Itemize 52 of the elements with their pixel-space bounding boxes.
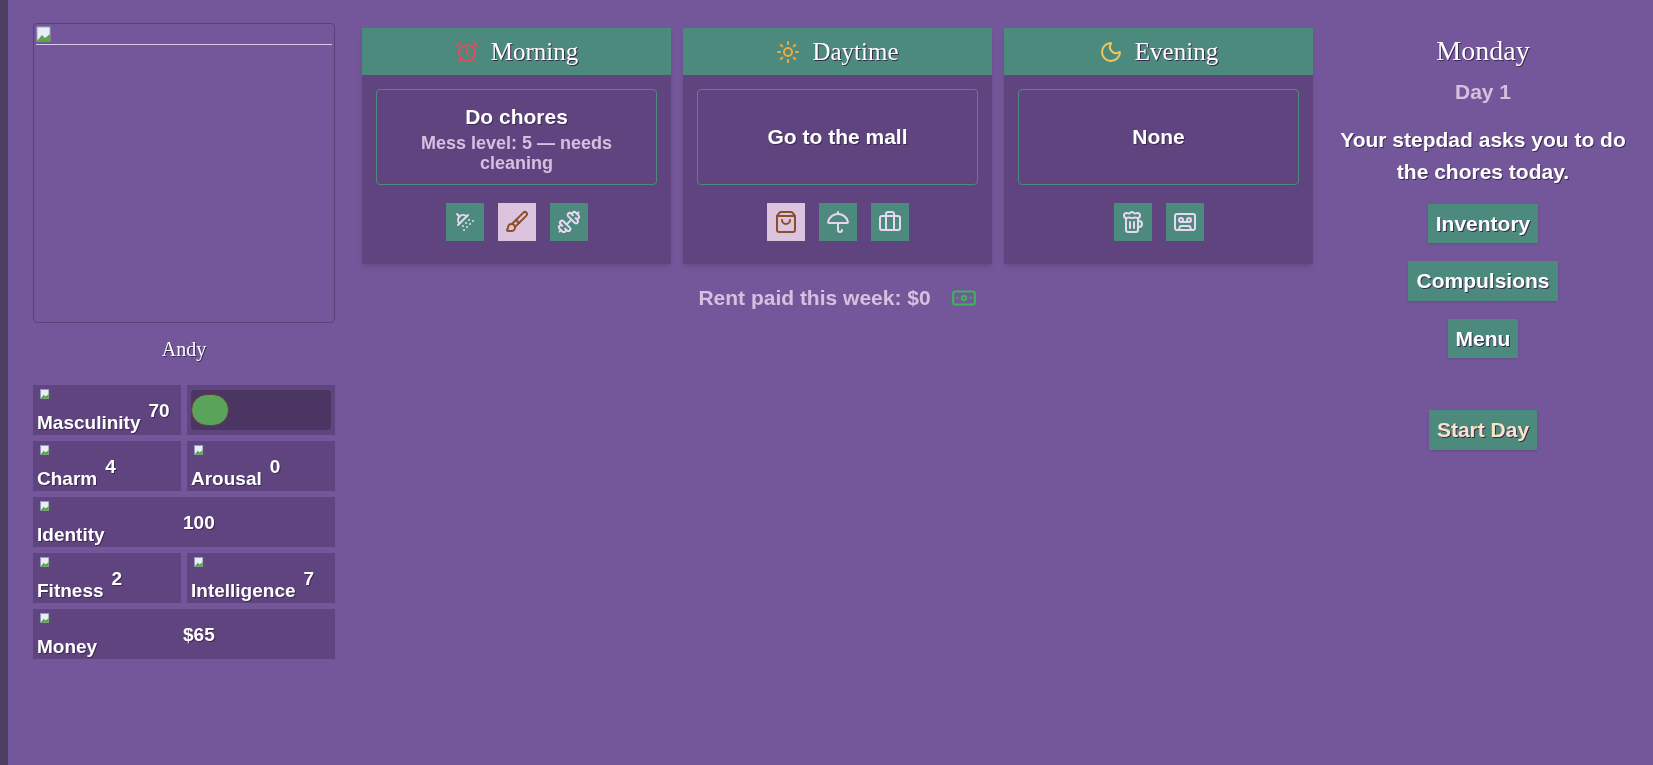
weekday-title: Monday xyxy=(1436,34,1530,68)
activity-title: Go to the mall xyxy=(767,124,908,151)
activity-box[interactable]: None xyxy=(1018,89,1299,185)
shopping-bag-icon xyxy=(773,210,798,234)
sun-icon xyxy=(776,39,801,64)
activity-option[interactable] xyxy=(818,203,857,241)
character-name: Andy xyxy=(160,337,208,363)
menu-button[interactable]: Inventory xyxy=(1427,203,1539,243)
stat-value: 100 xyxy=(183,511,215,535)
activity-option[interactable] xyxy=(445,203,484,241)
activity-option[interactable] xyxy=(497,203,536,241)
beer-mug-icon xyxy=(1120,210,1145,234)
briefcase-icon xyxy=(877,210,902,234)
stat-label: Charm xyxy=(37,467,98,491)
moon-icon xyxy=(1098,39,1123,64)
slot-title: Evening xyxy=(1134,36,1219,67)
activity-option[interactable] xyxy=(870,203,909,241)
activity-option[interactable] xyxy=(1165,203,1204,241)
activity-box[interactable]: Go to the mall xyxy=(697,89,978,185)
stat-label: Masculinity xyxy=(37,411,141,435)
stat-label: Money xyxy=(37,635,99,659)
stat-value: $65 xyxy=(183,623,215,647)
cassette-tape-icon xyxy=(1172,210,1197,234)
stat-value: 2 xyxy=(111,567,123,591)
activity-option[interactable] xyxy=(766,203,805,241)
stat-label: Intelligence xyxy=(191,579,296,603)
activity-option[interactable] xyxy=(549,203,588,241)
alarm-clock-icon xyxy=(454,39,479,64)
stat-value: 0 xyxy=(269,455,281,479)
brush-icon xyxy=(504,210,529,234)
slot-title: Daytime xyxy=(812,36,899,67)
menu-button[interactable]: Compulsions xyxy=(1408,261,1558,301)
stat-label: Identity xyxy=(37,523,106,547)
day-message: Your stepdad asks you to do the chores today. xyxy=(1339,126,1627,185)
stat-value: 4 xyxy=(105,455,116,479)
stat-value: 7 xyxy=(303,567,315,591)
activity-option[interactable] xyxy=(1113,203,1152,241)
slot-title: Morning xyxy=(490,36,579,67)
rent-text: Rent paid this week: $0 xyxy=(698,285,931,311)
activity-title: Do chores xyxy=(465,104,568,131)
stat-value: 70 xyxy=(148,399,170,423)
stat-label: Fitness xyxy=(37,579,104,603)
activity-box[interactable]: Do chores Mess level: 5 — needs cleaning xyxy=(376,89,657,185)
activity-detail: Mess level: 5 — needs cleaning xyxy=(419,132,614,173)
start-day-button[interactable]: Start Day xyxy=(1428,410,1538,450)
stat-label: Arousal xyxy=(191,467,262,491)
day-number: Day 1 xyxy=(1454,79,1511,105)
broken-image-icon xyxy=(36,26,52,42)
menu-button[interactable]: Menu xyxy=(1447,318,1519,358)
activity-title: None xyxy=(1132,124,1185,151)
umbrella-icon xyxy=(825,210,850,234)
dumbbell-icon xyxy=(556,210,581,234)
